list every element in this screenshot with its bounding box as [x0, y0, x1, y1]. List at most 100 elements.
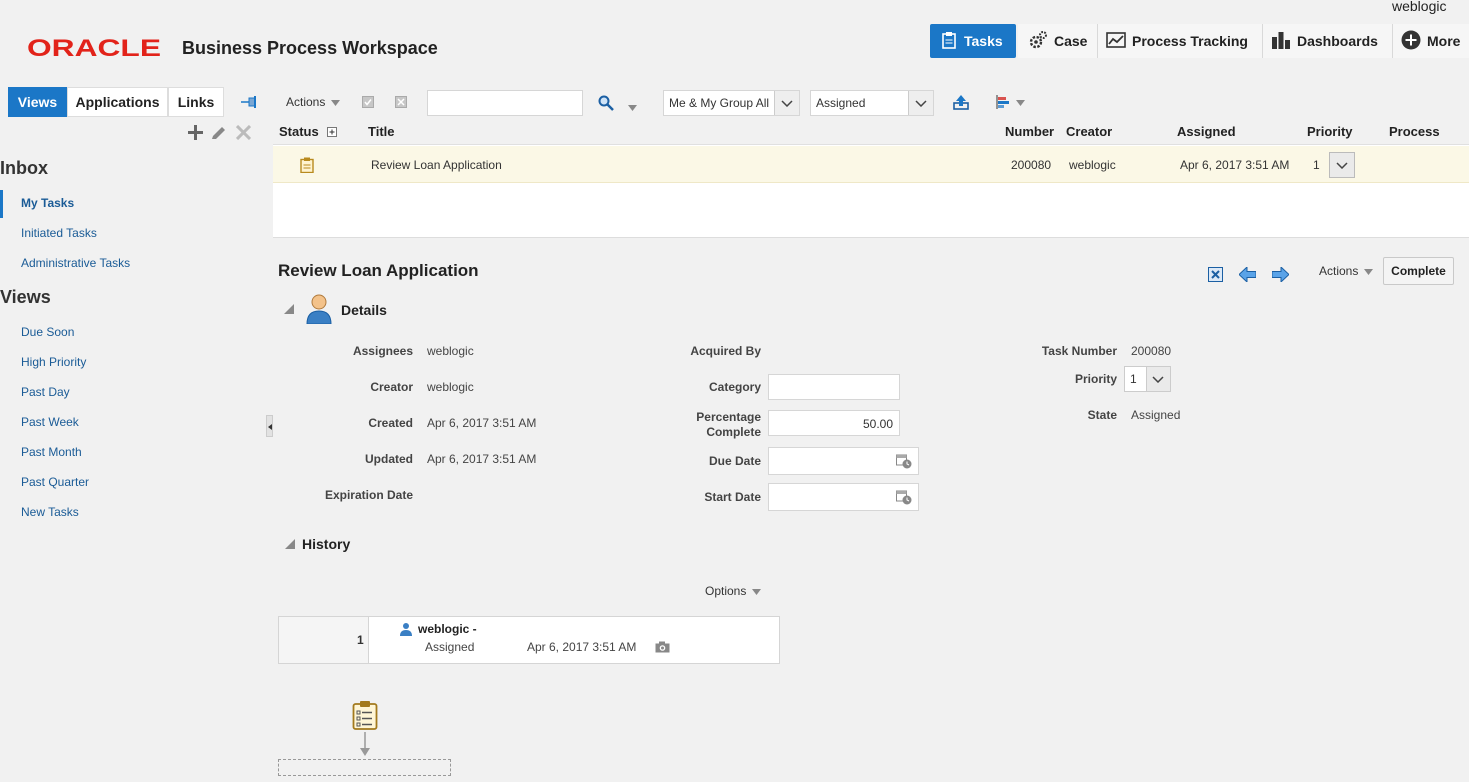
left-tab-views[interactable]: Views [8, 87, 67, 117]
sidebar-item-high-priority[interactable]: High Priority [21, 355, 86, 369]
tab-process-tracking-label: Process Tracking [1132, 33, 1248, 49]
category-input[interactable] [768, 374, 900, 400]
col-number[interactable]: Number [1005, 124, 1054, 139]
history-date: Apr 6, 2017 3:51 AM [527, 640, 637, 654]
bar-chart-icon [1271, 31, 1291, 52]
state-filter-select[interactable]: Assigned [810, 90, 934, 116]
row-title[interactable]: Review Loan Application [371, 158, 502, 172]
gears-icon [1028, 30, 1048, 53]
sidebar-item-my-tasks[interactable]: My Tasks [21, 196, 74, 210]
details-heading: Details [341, 302, 387, 318]
history-options-caret-icon [752, 584, 762, 598]
detail-actions-menu[interactable]: Actions [1319, 264, 1374, 278]
clipboard-icon [942, 31, 956, 52]
state-chevron-down-icon [908, 91, 933, 115]
sidebar-item-due-soon[interactable]: Due Soon [21, 325, 74, 339]
sidebar-item-new-tasks[interactable]: New Tasks [21, 505, 79, 519]
col-assigned[interactable]: Assigned [1177, 124, 1236, 139]
task-status-icon [300, 157, 314, 176]
updated-value: Apr 6, 2017 3:51 AM [427, 452, 537, 466]
tab-tasks[interactable]: Tasks [930, 24, 1016, 58]
complete-button[interactable]: Complete [1383, 257, 1454, 285]
table-header-row [273, 119, 1469, 145]
previous-task-arrow-icon[interactable] [1238, 265, 1257, 285]
percentage-complete-input[interactable]: 50.00 [768, 410, 900, 436]
inbox-heading: Inbox [0, 158, 48, 178]
chart-view-icon[interactable] [996, 95, 1025, 109]
search-input[interactable] [427, 90, 583, 116]
priority-select[interactable]: 1 [1124, 366, 1171, 392]
search-icon[interactable] [598, 95, 614, 114]
state-value: Assigned [1131, 408, 1181, 422]
history-options-label: Options [705, 584, 747, 598]
search-options-caret-icon[interactable] [628, 100, 637, 114]
close-detail-icon[interactable] [1208, 267, 1223, 285]
collapse-panel-handle[interactable] [266, 415, 273, 437]
col-creator[interactable]: Creator [1066, 124, 1112, 139]
sidebar-item-past-month[interactable]: Past Month [21, 445, 82, 459]
history-options-menu[interactable]: Options [705, 584, 762, 598]
due-date-label: Due Date [708, 454, 761, 468]
priority-select-value: 1 [1130, 372, 1137, 386]
flow-node-placeholder [278, 759, 451, 776]
state-filter-value: Assigned [816, 96, 866, 110]
person-icon [306, 294, 332, 327]
sidebar-item-initiated-tasks[interactable]: Initiated Tasks [21, 226, 97, 240]
row-priority-select[interactable]: 1 [1313, 152, 1355, 178]
created-label: Created [368, 416, 413, 430]
sidebar-selected-marker [0, 190, 3, 218]
history-user: weblogic - [418, 622, 477, 636]
sidebar-item-past-day[interactable]: Past Day [21, 385, 70, 399]
expand-columns-icon[interactable] [327, 126, 337, 140]
delete-x-icon[interactable] [235, 124, 252, 143]
pin-icon[interactable] [241, 96, 259, 111]
tab-case[interactable]: Case [1018, 24, 1098, 58]
left-tab-applications[interactable]: Applications [67, 87, 168, 117]
detail-actions-caret-icon [1364, 264, 1374, 278]
tab-case-label: Case [1054, 33, 1088, 49]
col-status[interactable]: Status [279, 124, 319, 139]
updated-label: Updated [365, 452, 413, 466]
assignees-value: weblogic [427, 344, 474, 358]
user-menu[interactable]: weblogic [1392, 0, 1446, 14]
state-label: State [1087, 408, 1117, 422]
add-icon[interactable] [188, 125, 203, 143]
history-user-icon [400, 622, 412, 639]
col-process[interactable]: Process [1389, 124, 1440, 139]
percentage-label-line2: Complete [706, 425, 761, 439]
scope-select[interactable]: Me & My Group All [663, 90, 800, 116]
priority-chevron-down-icon [1145, 367, 1170, 391]
col-title[interactable]: Title [368, 124, 395, 139]
app-title: Business Process Workspace [182, 38, 438, 58]
next-task-arrow-icon[interactable] [1271, 265, 1290, 285]
sidebar-item-administrative-tasks[interactable]: Administrative Tasks [21, 256, 130, 270]
views-heading: Views [0, 287, 51, 307]
due-date-calendar-icon[interactable] [896, 453, 912, 472]
sidebar-item-past-quarter[interactable]: Past Quarter [21, 475, 89, 489]
claim-check-icon[interactable] [362, 96, 374, 111]
task-number-label: Task Number [1041, 344, 1117, 358]
tab-more[interactable]: More [1393, 24, 1469, 58]
tab-dashboards[interactable]: Dashboards [1263, 24, 1393, 58]
sidebar-item-past-week[interactable]: Past Week [21, 415, 79, 429]
creator-value: weblogic [427, 380, 474, 394]
tab-process-tracking[interactable]: Process Tracking [1098, 24, 1263, 58]
camera-icon[interactable] [655, 641, 670, 656]
start-date-calendar-icon[interactable] [896, 489, 912, 508]
row-priority-chevron-icon [1329, 152, 1355, 178]
acquired-by-label: Acquired By [690, 344, 761, 358]
export-upload-icon[interactable] [953, 94, 969, 113]
chart-view-caret-icon [1016, 95, 1025, 109]
col-priority[interactable]: Priority [1307, 124, 1353, 139]
details-collapse-icon[interactable] [284, 303, 294, 317]
row-creator: weblogic [1069, 158, 1116, 172]
caret-down-icon [331, 95, 341, 109]
history-collapse-icon[interactable] [285, 538, 295, 552]
start-date-label: Start Date [704, 490, 761, 504]
actions-menu[interactable]: Actions [286, 95, 341, 109]
history-action: Assigned [425, 640, 475, 654]
expiration-date-label: Expiration Date [324, 488, 413, 502]
release-x-icon[interactable] [395, 96, 407, 111]
edit-pencil-icon[interactable] [211, 124, 227, 143]
left-tab-links[interactable]: Links [168, 87, 224, 117]
